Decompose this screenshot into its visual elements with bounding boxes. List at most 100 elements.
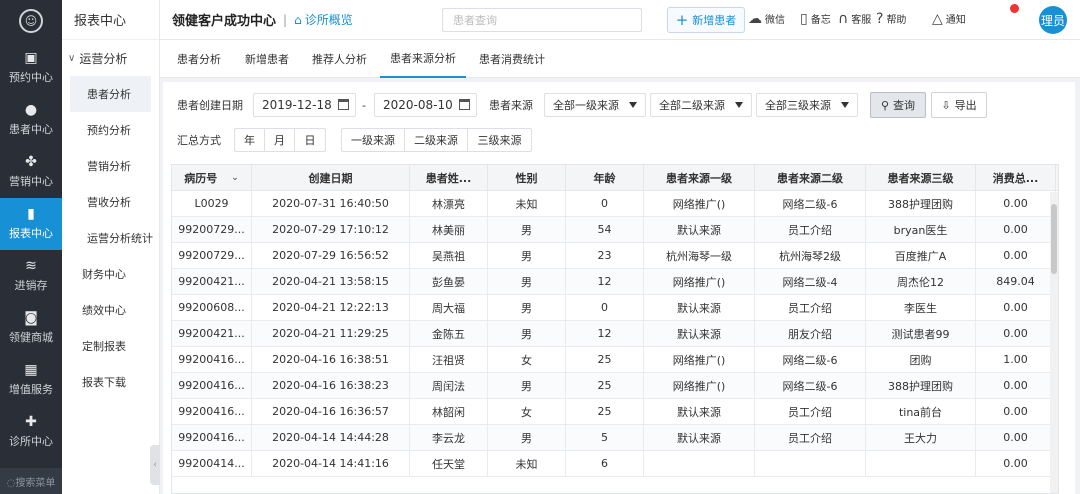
sidebar-section-3[interactable]: 报表下载	[62, 364, 159, 400]
column-header-1[interactable]: 创建日期	[252, 165, 410, 190]
header-tool-wechat[interactable]: ☁ 微信	[748, 11, 785, 27]
header-tool-label: 客服	[851, 15, 872, 26]
search-menu[interactable]: ◌搜索菜单	[0, 468, 62, 494]
nav-item-pinwheel[interactable]: ✤ 营销中心	[0, 146, 62, 198]
summary-option-0[interactable]: 年	[235, 129, 265, 151]
tab-4[interactable]: 患者消费统计	[479, 40, 545, 78]
table-row[interactable]: 99200416... 2020-04-16 16:38:23 周闰法男 25 网络推广…	[172, 373, 1058, 399]
nav-item-label: 报表中心	[9, 227, 53, 240]
sidebar-item-2[interactable]: 营销分析	[62, 148, 159, 184]
table-cell: 12	[566, 269, 644, 294]
sort-chevron-icon[interactable]: ⌄	[231, 173, 239, 183]
shop-icon: ◙	[24, 310, 38, 326]
table-row[interactable]: 99200421... 2020-04-21 13:58:15 彭鱼晏男 12 网络推广…	[172, 269, 1058, 295]
nav-item-shop[interactable]: ◙ 领健商城	[0, 302, 62, 354]
table-cell: 网络推广()	[644, 347, 755, 372]
sidebar-group-operations[interactable]: ∨ 运营分析	[62, 40, 159, 76]
table-row[interactable]: 99200416... 2020-04-16 16:38:51 汪祖贤女 25 网络推广…	[172, 347, 1058, 373]
table-row[interactable]: 99200729... 2020-07-29 17:10:12 林美丽男 54 默认来源…	[172, 217, 1058, 243]
table-cell: 99200414...	[172, 451, 252, 476]
date-filter-label: 患者创建日期	[177, 99, 243, 112]
source-level-option-2[interactable]: 三级来源	[468, 129, 531, 151]
add-patient-button[interactable]: + 新增患者	[667, 7, 745, 33]
source-level-option-1[interactable]: 二级来源	[405, 129, 468, 151]
nav-item-calendar[interactable]: ▣ 预约中心	[0, 42, 62, 94]
table-row[interactable]: 99200416... 2020-04-14 14:44:28 李云龙男 5 默认来源员…	[172, 425, 1058, 451]
table-cell: 0.00	[976, 191, 1056, 216]
table-cell: 网络二级-6	[755, 373, 866, 398]
table-row[interactable]: 99200608... 2020-04-21 12:22:13 周大福男 0 默认来源员…	[172, 295, 1058, 321]
table-row[interactable]: 99200416... 2020-04-16 16:36:57 林韶闲女 25 默认来源…	[172, 399, 1058, 425]
summary-option-1[interactable]: 月	[265, 129, 295, 151]
collapse-sidebar-handle[interactable]: ‹	[150, 445, 160, 485]
table-cell: tina前台	[866, 399, 976, 424]
source-level3-select[interactable]: 全部三级来源	[756, 93, 858, 117]
summary-option-2[interactable]: 日	[295, 129, 325, 151]
nav-item-grid[interactable]: ▦ 增值服务	[0, 354, 62, 406]
query-button[interactable]: ⚲ 查询	[870, 92, 926, 118]
column-header-6[interactable]: 患者来源二级	[755, 165, 866, 190]
nav-item-user[interactable]: ● 患者中心	[0, 94, 62, 146]
table-cell: 网络二级-4	[755, 269, 866, 294]
source-level1-select[interactable]: 全部一级来源	[544, 93, 646, 117]
tab-2[interactable]: 推荐人分析	[312, 40, 367, 78]
header-tool-headset[interactable]: ∩ 客服	[838, 11, 872, 27]
end-date-input[interactable]: 2020-08-10	[374, 93, 477, 117]
nav-item-label: 诊所中心	[9, 435, 53, 448]
nav-item-label: 患者中心	[9, 123, 53, 136]
column-header-5[interactable]: 患者来源一级	[644, 165, 755, 190]
tab-3[interactable]: 患者来源分析	[380, 40, 466, 78]
column-header-2[interactable]: 患者姓...	[410, 165, 488, 190]
help-icon: ?	[876, 10, 884, 27]
source-level-option-0[interactable]: 一级来源	[342, 129, 405, 151]
app-logo[interactable]: ☺	[0, 0, 62, 42]
start-date-input[interactable]: 2019-12-18	[253, 93, 356, 117]
table-row[interactable]: 99200414... 2020-04-14 14:41:16 任天堂 未知 6 0.00	[172, 451, 1058, 477]
tab-0[interactable]: 患者分析	[177, 40, 221, 78]
table-cell: 网络二级-6	[755, 191, 866, 216]
column-header-7[interactable]: 患者来源三级	[866, 165, 976, 190]
table-cell: 99200421...	[172, 321, 252, 346]
source-filter-label: 患者来源	[489, 99, 533, 112]
column-header-4[interactable]: 年龄	[566, 165, 644, 190]
table-row[interactable]: 99200729... 2020-07-29 16:56:52 吴燕祖男 23 杭州海琴…	[172, 243, 1058, 269]
nav-item-bar-chart[interactable]: ▮ 报表中心	[0, 198, 62, 250]
table-cell: 网络推广()	[644, 191, 755, 216]
table-row[interactable]: 99200421... 2020-04-21 11:29:25 金陈五男 12 默认来源…	[172, 321, 1058, 347]
sidebar-item-0[interactable]: 患者分析	[70, 76, 151, 112]
scrollbar-thumb[interactable]	[1051, 204, 1057, 274]
table-cell: L0029	[172, 191, 252, 216]
tab-1[interactable]: 新增患者	[245, 40, 289, 78]
clinic-icon: ✚	[25, 414, 37, 430]
table-cell: 1.00	[976, 347, 1056, 372]
header-tool-memo[interactable]: ▯ 备忘	[800, 11, 831, 27]
clinic-overview-link[interactable]: ⌂ 诊所概览	[294, 11, 353, 28]
nav-item-label: 进销存	[14, 279, 48, 292]
sidebar-item-4[interactable]: 运营分析统计	[62, 220, 159, 256]
column-header-0[interactable]: 病历号 ⌄	[172, 165, 252, 190]
org-title: 领健客户成功中心	[172, 14, 277, 29]
export-button-label: 导出	[954, 99, 977, 112]
nav-item-label: 预约中心	[9, 71, 53, 84]
sidebar-section-1[interactable]: 绩效中心	[62, 292, 159, 328]
patient-search-input[interactable]: 患者查询	[442, 8, 642, 32]
column-header-3[interactable]: 性别	[488, 165, 566, 190]
sidebar-section-2[interactable]: 定制报表	[62, 328, 159, 364]
source-level2-select[interactable]: 全部二级来源	[650, 93, 752, 117]
nav-item-clinic[interactable]: ✚ 诊所中心	[0, 406, 62, 458]
header-tool-bell[interactable]: △ 通知	[932, 11, 966, 27]
column-header-8[interactable]: 消费总...	[976, 165, 1056, 190]
table-row[interactable]: L0029 2020-07-31 16:40:50 林漂亮 未知 0 网络推广() 网络二级…	[172, 191, 1058, 217]
add-patient-label: 新增患者	[692, 14, 737, 27]
sidebar-item-3[interactable]: 营收分析	[62, 184, 159, 220]
sidebar-section-0[interactable]: 财务中心	[62, 256, 159, 292]
sidebar-item-1[interactable]: 预约分析	[62, 112, 159, 148]
header-tool-help[interactable]: ? 帮助	[876, 10, 906, 27]
table-scrollbar[interactable]	[1050, 192, 1058, 493]
nav-item-layers[interactable]: ≋ 进销存	[0, 250, 62, 302]
table-cell: 2020-04-14 14:41:16	[252, 451, 410, 476]
table-cell: 2020-04-21 12:22:13	[252, 295, 410, 320]
user-avatar[interactable]: 理员	[1039, 6, 1067, 34]
export-button[interactable]: ⇩ 导出	[931, 92, 987, 118]
table-cell: 0	[566, 191, 644, 216]
